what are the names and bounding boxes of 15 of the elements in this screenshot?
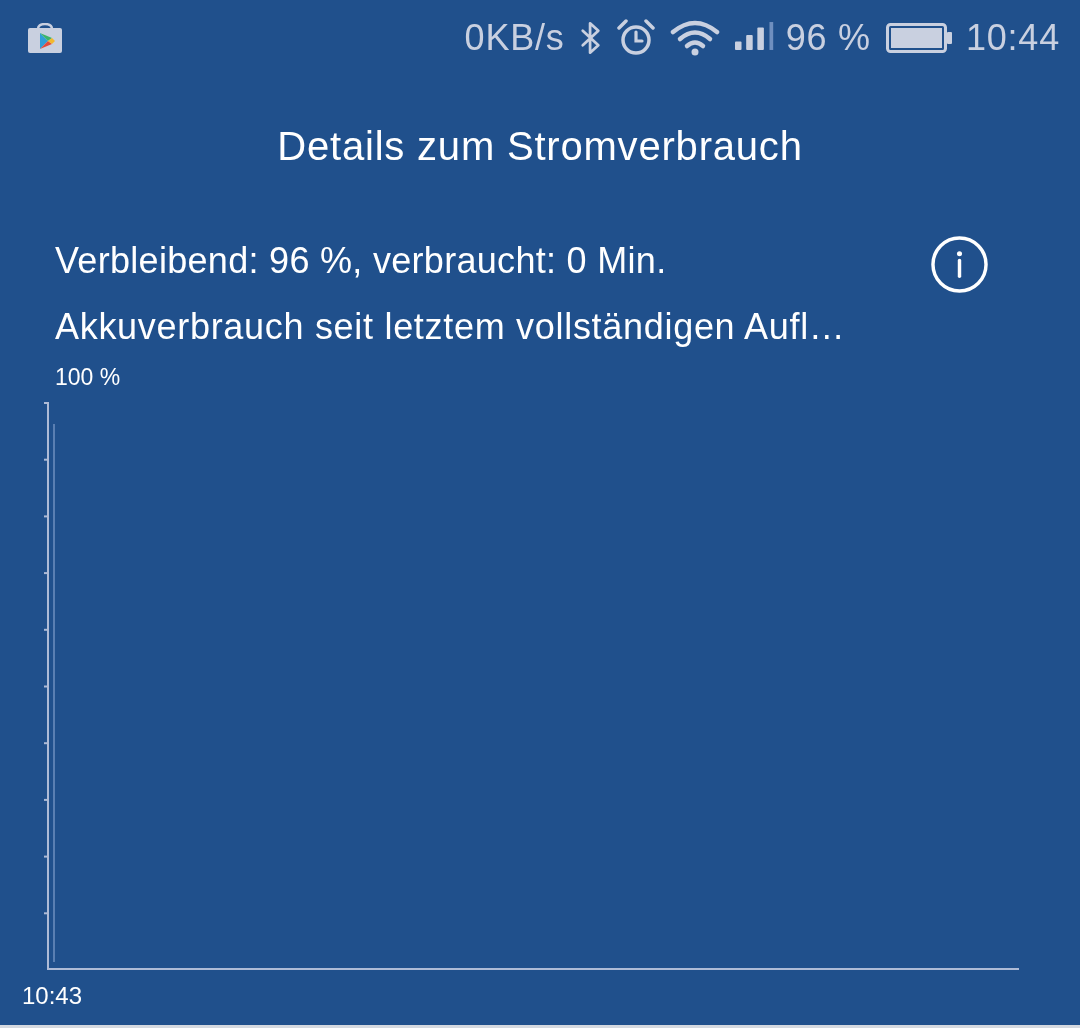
axis-label: 10:43 [22,982,83,1010]
axis-label: 100 % [55,363,121,391]
clock: 10:44 [965,18,1060,58]
alarm-clock-icon [616,19,655,57]
battery-icon [885,23,952,53]
battery-percentage: 96 % [785,18,871,58]
wifi-icon [669,20,720,56]
section-heading: Akkuverbrauch seit letztem vollständigen Aufl… [55,307,846,347]
signal-icon [734,21,776,51]
battery-summary: Verbleibend: 96 %, verbraucht: 0 Min. [55,240,667,281]
network-speed: 0KB/s [464,18,565,58]
bluetooth-icon [579,21,602,55]
info-icon[interactable] [931,236,988,293]
shopping-bag-icon [27,23,63,53]
screen-title: Details zum Stromverbrauch [277,124,803,168]
